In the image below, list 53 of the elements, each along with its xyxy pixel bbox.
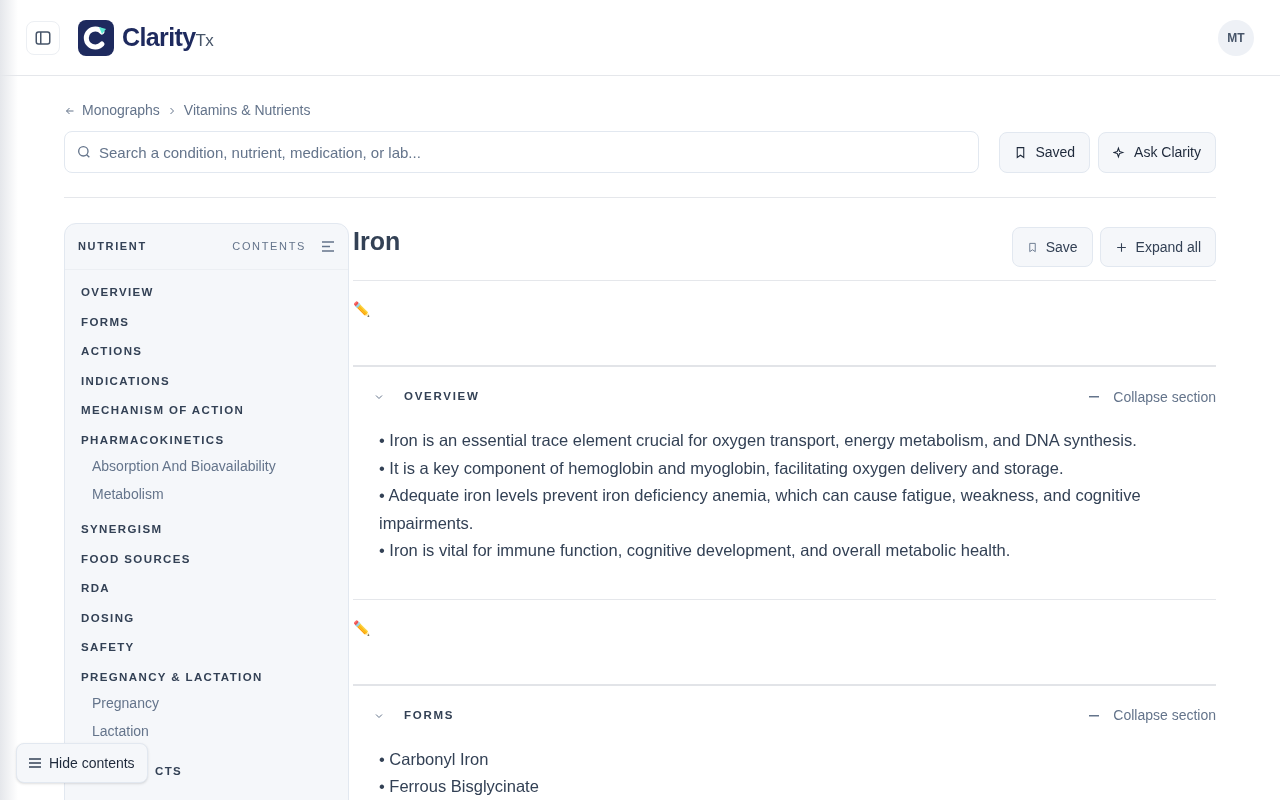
- bullet-text: • Ferrous Bisglycinate: [379, 776, 540, 797]
- collapse-section-button[interactable]: Collapse section: [1089, 705, 1216, 726]
- contents-item[interactable]: ACTIONS: [81, 343, 332, 359]
- save-button[interactable]: Save: [1011, 227, 1093, 267]
- contents-item[interactable]: MECHANISM OF ACTION: [81, 402, 332, 418]
- pencil-note: ✏: [353, 619, 370, 636]
- bullet-text: • Iron is vital for immune function, cognitive development, and overall metabolic health.: [379, 540, 1012, 561]
- breadcrumb-link[interactable]: Monographs: [82, 100, 160, 121]
- user-avatar[interactable]: MT: [1218, 19, 1254, 56]
- saved-button[interactable]: Saved: [999, 131, 1091, 173]
- contents-subitem[interactable]: Metabolism: [81, 479, 332, 508]
- monograph-title: Iron: [353, 226, 401, 257]
- contents-label: CONTENTS: [232, 239, 306, 255]
- contents-item[interactable]: FOOD SOURCES: [81, 550, 332, 567]
- bullet-text: • Carbonyl Iron: [379, 748, 490, 770]
- minus-icon: [1089, 396, 1100, 398]
- section-title: FORMS: [404, 707, 455, 723]
- search-icon: [76, 144, 92, 160]
- sidebar-toggle-icon: [34, 28, 52, 47]
- section-title: OVERVIEW: [404, 389, 480, 405]
- collapse-section-button[interactable]: Collapse section: [1089, 386, 1216, 408]
- search-field[interactable]: Search a condition, nutrient, medication, or lab...: [64, 131, 980, 173]
- contents-item[interactable]: RDA: [81, 580, 332, 596]
- bullet-text: • Adequate iron levels prevent iron deficiency anemia, which can cause fatigue, weakness, and cognitive impairments.: [379, 485, 1142, 534]
- breadcrumb-link[interactable]: Vitamins & Nutrients: [183, 100, 311, 121]
- sidebar-toggle-button[interactable]: [26, 20, 60, 55]
- contents-subitem[interactable]: Absorption And Bioavailability: [81, 451, 332, 480]
- logo-icon: [78, 19, 114, 56]
- contents-item[interactable]: PREGNANCY & LACTATION: [81, 668, 332, 685]
- contents-item[interactable]: CTS: [155, 763, 183, 779]
- brand-name: ClarityTx: [122, 21, 214, 53]
- contents-item[interactable]: SYNERGISM: [81, 521, 332, 537]
- minus-icon: [1089, 714, 1100, 717]
- contents-subitem[interactable]: Lactation: [81, 716, 332, 745]
- contents-item[interactable]: DOSING: [81, 609, 332, 626]
- expand-all-button[interactable]: Expand all: [1099, 227, 1216, 267]
- panel-label: NUTRIENT: [78, 239, 147, 255]
- bullet-text: • It is a key component of hemoglobin and myoglobin, facilitating oxygen delivery and storage.: [379, 457, 1065, 479]
- contents-subitem[interactable]: Pregnancy: [81, 688, 332, 717]
- list-icon: [322, 241, 335, 252]
- hide-contents-button[interactable]: Hide contents: [16, 743, 148, 783]
- contents-item[interactable]: PHARMACOKINETICS: [81, 431, 332, 448]
- contents-item[interactable]: INDICATIONS: [81, 372, 332, 389]
- bookmark-icon: [1026, 241, 1038, 253]
- ask-button[interactable]: Ask Clarity: [1098, 131, 1216, 173]
- menu-icon: [29, 758, 41, 768]
- contents-item[interactable]: FORMS: [81, 313, 332, 330]
- plus-icon: [1114, 240, 1128, 254]
- bullet-text: • Iron is an essential trace element crucial for oxygen transport, energy metabolism, and DNA synthesis.: [379, 430, 1138, 451]
- contents-item[interactable]: SAFETY: [81, 639, 332, 655]
- pencil-note: ✏: [353, 301, 370, 317]
- sparkle-icon: [1113, 145, 1127, 159]
- contents-item[interactable]: OVERVIEW: [81, 284, 332, 300]
